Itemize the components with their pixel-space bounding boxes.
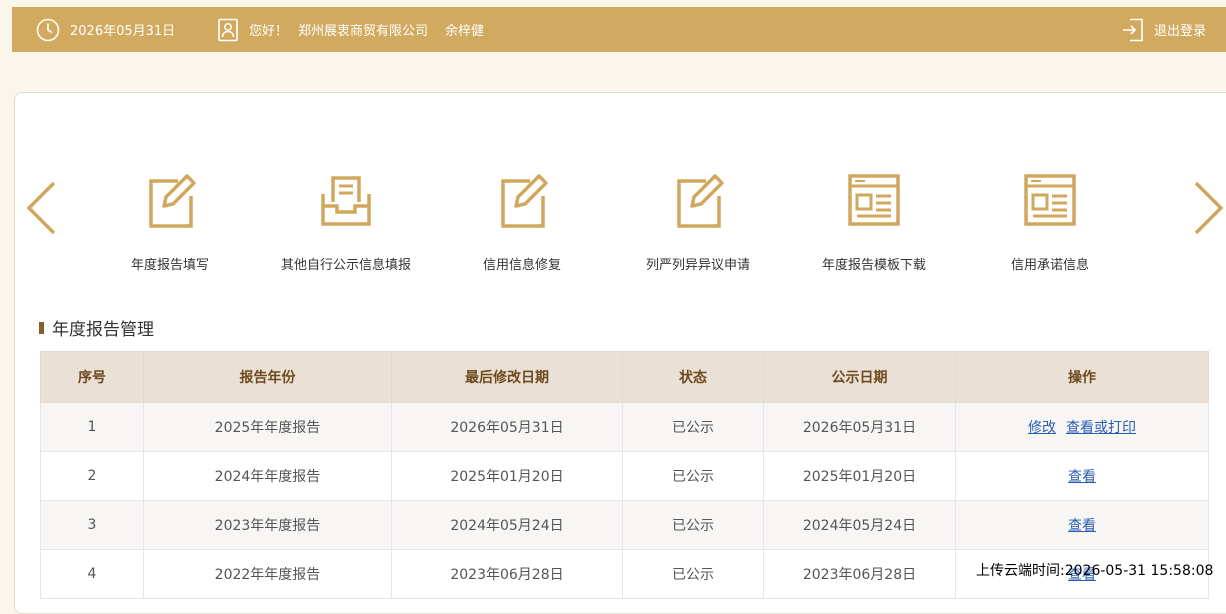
col-header-modified: 最后修改日期 (391, 351, 623, 403)
cell-status: 已公示 (622, 451, 764, 501)
user-info: 您好！ 郑州展衷商贸有限公司 余梓健 (217, 7, 484, 52)
section-title-text: 年度报告管理 (52, 320, 154, 340)
cell-publish: 2026年05月31日 (763, 402, 956, 452)
cell-publish: 2025年01月20日 (763, 451, 956, 501)
greeting-text: 您好！ (249, 24, 289, 39)
col-header-status: 状态 (622, 351, 764, 403)
func-objection-application[interactable]: 列严列异异议申请 (610, 168, 786, 273)
cell-publish: 2023年06月28日 (763, 549, 956, 599)
cell-no: 4 (40, 549, 144, 599)
cell-actions: 修改 查看或打印 (955, 402, 1209, 452)
func-credit-repair[interactable]: 信用信息修复 (434, 168, 610, 273)
cell-year: 2025年年度报告 (143, 402, 392, 452)
section-marker (39, 321, 44, 334)
user-card-icon (217, 18, 239, 42)
func-label: 信用信息修复 (482, 258, 561, 273)
view-print-link[interactable]: 查看或打印 (1066, 420, 1136, 436)
clock-icon (36, 18, 60, 42)
edit-icon (666, 168, 730, 232)
logout-label: 退出登录 (1154, 24, 1207, 39)
col-header-year: 报告年份 (143, 351, 392, 403)
company-name: 郑州展衷商贸有限公司 (298, 24, 429, 39)
date-display: 2026年05月31日 (36, 7, 175, 52)
cell-year: 2022年年度报告 (143, 549, 392, 599)
top-bar: 2026年05月31日 您好！ 郑州展衷商贸有限公司 余梓健 退出登录 (12, 7, 1226, 52)
col-header-publish: 公示日期 (763, 351, 956, 403)
logout-button[interactable]: 退出登录 (1122, 7, 1206, 52)
upload-timestamp-overlay: 上传云端时间:2026-05-31 15:58:08 (976, 563, 1214, 579)
user-name: 余梓健 (445, 24, 485, 39)
view-link[interactable]: 查看 (1068, 518, 1096, 534)
template-window-icon (1018, 168, 1082, 232)
func-label: 年度报告模板下载 (821, 258, 926, 273)
current-date: 2026年05月31日 (70, 24, 176, 39)
cell-actions: 查看 (955, 500, 1209, 550)
chevron-right-icon (1194, 181, 1224, 235)
cell-modified: 2025年01月20日 (391, 451, 623, 501)
cell-status: 已公示 (622, 402, 764, 452)
func-label: 列严列异异议申请 (645, 258, 750, 273)
func-template-download[interactable]: 年度报告模板下载 (786, 168, 962, 273)
cell-actions: 查看 (955, 451, 1209, 501)
cell-no: 2 (40, 451, 144, 501)
edit-icon (490, 168, 554, 232)
cell-modified: 2026年05月31日 (391, 402, 623, 452)
cell-publish: 2024年05月24日 (763, 500, 956, 550)
edit-icon (138, 168, 202, 232)
cell-modified: 2024年05月24日 (391, 500, 623, 550)
cell-status: 已公示 (622, 500, 764, 550)
cell-modified: 2023年06月28日 (391, 549, 623, 599)
edit-link[interactable]: 修改 (1028, 420, 1056, 436)
col-header-actions: 操作 (955, 351, 1209, 403)
table-header-row: 序号 报告年份 最后修改日期 状态 公示日期 操作 (40, 351, 1209, 403)
inbox-document-icon (314, 168, 378, 232)
section-title: 年度报告管理 (39, 315, 154, 340)
view-link[interactable]: 查看 (1068, 469, 1096, 485)
cell-no: 3 (40, 500, 144, 550)
table-row: 3 2023年年度报告 2024年05月24日 已公示 2024年05月24日 … (40, 500, 1209, 550)
func-label: 年度报告填写 (130, 258, 209, 273)
func-annual-report-fill[interactable]: 年度报告填写 (82, 168, 258, 273)
template-window-icon (842, 168, 906, 232)
logout-icon (1122, 18, 1144, 42)
table-row: 2 2024年年度报告 2025年01月20日 已公示 2025年01月20日 … (40, 451, 1209, 501)
cell-status: 已公示 (622, 549, 764, 599)
col-header-no: 序号 (40, 351, 144, 403)
cell-year: 2024年年度报告 (143, 451, 392, 501)
carousel-next-button[interactable] (1192, 180, 1226, 236)
carousel-prev-button[interactable] (24, 180, 58, 236)
func-label: 其他自行公示信息填报 (280, 258, 411, 273)
table-row: 1 2025年年度报告 2026年05月31日 已公示 2026年05月31日 … (40, 402, 1209, 452)
chevron-left-icon (26, 181, 56, 235)
cell-no: 1 (40, 402, 144, 452)
func-other-disclosure[interactable]: 其他自行公示信息填报 (258, 168, 434, 273)
func-credit-commitment[interactable]: 信用承诺信息 (962, 168, 1138, 273)
cell-year: 2023年年度报告 (143, 500, 392, 550)
func-label: 信用承诺信息 (1010, 258, 1089, 273)
